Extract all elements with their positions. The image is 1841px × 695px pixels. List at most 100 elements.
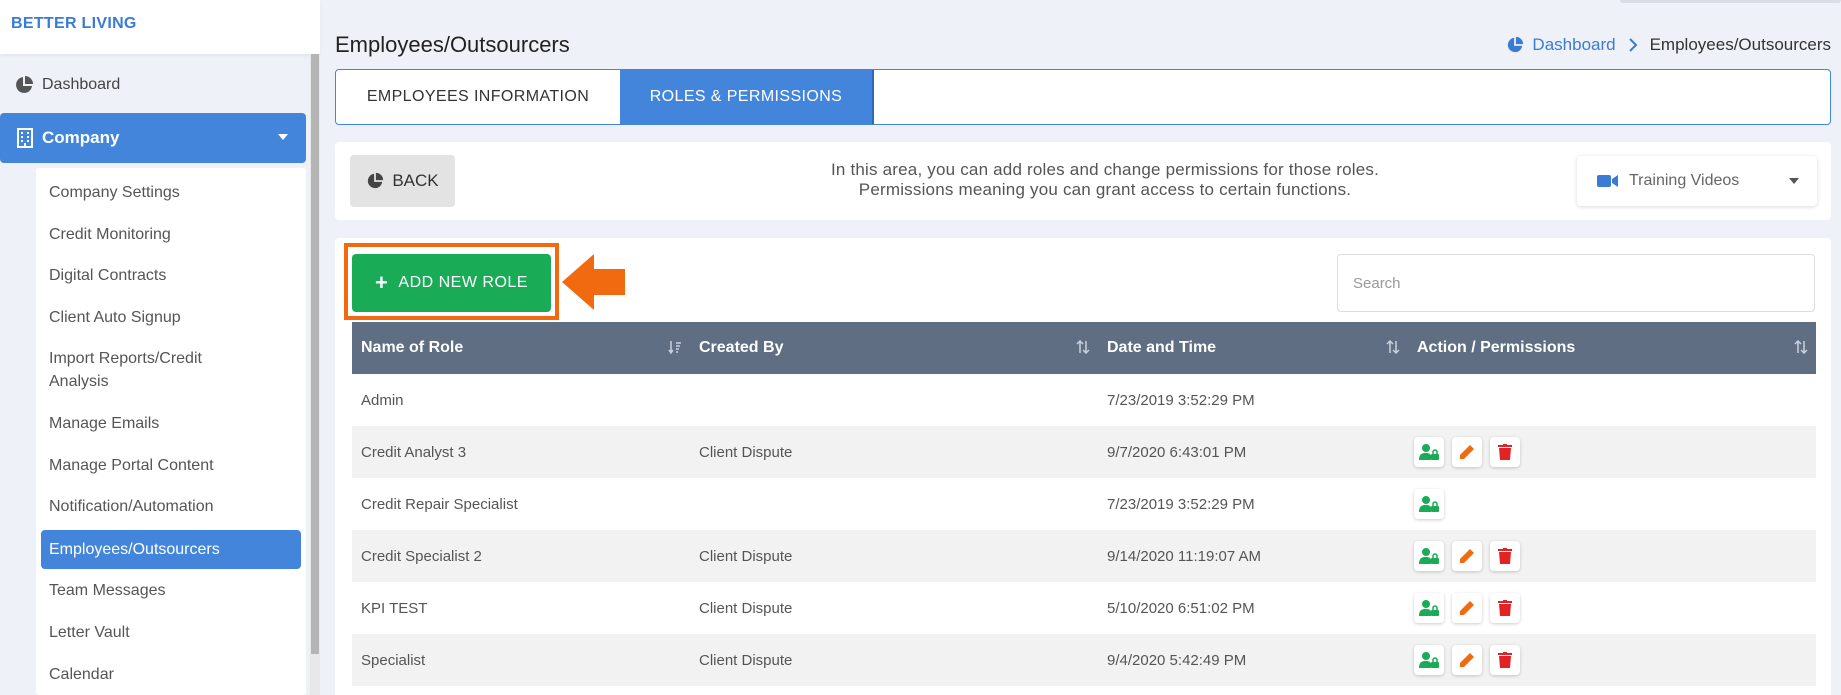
sort-icon[interactable]: [668, 340, 682, 354]
add-new-role-button[interactable]: + ADD NEW ROLE: [352, 254, 551, 312]
column-header-created-by[interactable]: Created By: [690, 322, 1098, 374]
trash-icon[interactable]: [1490, 437, 1520, 467]
back-button-label: BACK: [392, 171, 439, 190]
pencil-icon[interactable]: [1452, 541, 1482, 571]
sidebar-item-label: Dashboard: [42, 76, 121, 93]
cell-actions: [1408, 478, 1816, 530]
pencil-icon[interactable]: [1452, 645, 1482, 675]
breadcrumb-home[interactable]: Dashboard: [1506, 35, 1616, 55]
tab-bar: EMPLOYEES INFORMATION ROLES & PERMISSION…: [335, 69, 1831, 125]
cell-actions: [1408, 374, 1816, 426]
submenu-item-client-auto-signup[interactable]: Client Auto Signup: [36, 306, 306, 329]
cell-date-time: 5/10/2020 6:51:02 PM: [1107, 599, 1255, 617]
cell-role-name: Credit Specialist 2: [361, 547, 482, 565]
pie-chart-icon: [1506, 36, 1524, 54]
cell-date-time: 7/23/2019 3:52:29 PM: [1107, 495, 1255, 513]
cell-date-time: 7/23/2019 3:52:29 PM: [1107, 391, 1255, 409]
cell-actions: [1408, 634, 1816, 686]
cell-role-name: KPI TEST: [361, 599, 428, 617]
breadcrumb-home-label: Dashboard: [1532, 35, 1616, 54]
pencil-icon[interactable]: [1452, 593, 1482, 623]
user-lock-icon[interactable]: [1414, 593, 1444, 623]
submenu-item-team-messages[interactable]: Team Messages: [36, 579, 306, 602]
trash-icon[interactable]: [1490, 541, 1520, 571]
table-row: Credit Repair Specialist 7/23/2019 3:52:…: [352, 478, 1816, 530]
trash-icon[interactable]: [1490, 593, 1520, 623]
cell-date-time: 9/4/2020 5:42:49 PM: [1107, 651, 1247, 669]
cell-created-by: Client Dispute: [699, 599, 793, 617]
column-header-date-and-time[interactable]: Date and Time: [1098, 322, 1408, 374]
table-row: Credit Specialist 2 Client Dispute 9/14/…: [352, 530, 1816, 582]
cell-created-by: [690, 478, 1098, 530]
table-row: Admin 7/23/2019 3:52:29 PM: [352, 374, 1816, 426]
pie-chart-icon: [14, 75, 34, 95]
caret-down-icon: [1789, 178, 1799, 184]
breadcrumb-current: Employees/Outsourcers: [1649, 35, 1831, 54]
sidebar-item-label: Company: [42, 128, 120, 147]
submenu-item-manage-emails[interactable]: Manage Emails: [36, 412, 306, 435]
sidebar: BETTER LIVING Dashboard Company Company …: [0, 0, 320, 695]
submenu-item-notification-automation[interactable]: Notification/Automation: [36, 495, 306, 518]
table-row: Credit Analyst 3 Client Dispute 9/7/2020…: [352, 426, 1816, 478]
submenu-item-digital-contracts[interactable]: Digital Contracts: [36, 264, 306, 287]
cell-role-name: Admin: [361, 391, 404, 409]
user-lock-icon[interactable]: [1414, 489, 1444, 519]
sort-icon[interactable]: [1794, 340, 1808, 354]
cell-created-by: [690, 374, 1098, 426]
sidebar-item-dashboard[interactable]: Dashboard: [0, 68, 306, 102]
cell-role-name: Specialist: [361, 651, 426, 669]
info-line-2: Permissions meaning you can grant access…: [858, 180, 1352, 199]
sidebar-item-company[interactable]: Company: [0, 113, 306, 163]
breadcrumb: Dashboard Employees/Outsourcers: [1506, 35, 1831, 55]
cell-role-name: Credit Analyst 3: [361, 443, 467, 461]
cell-created-by: Client Dispute: [699, 651, 793, 669]
user-lock-icon[interactable]: [1414, 541, 1444, 571]
sidebar-scrollbar[interactable]: [310, 54, 320, 695]
table-row: KPI TEST Client Dispute 5/10/2020 6:51:0…: [352, 582, 1816, 634]
submenu-item-calendar[interactable]: Calendar: [36, 663, 306, 686]
submenu-item-letter-vault[interactable]: Letter Vault: [36, 621, 306, 644]
sort-icon[interactable]: [1386, 340, 1400, 354]
brand-logo-text[interactable]: BETTER LIVING: [11, 15, 137, 33]
info-description: In this area, you can add roles and chan…: [775, 160, 1435, 200]
user-lock-icon[interactable]: [1414, 645, 1444, 675]
column-header-label: Date and Time: [1107, 339, 1217, 356]
search-input[interactable]: [1337, 254, 1815, 312]
submenu-item-employees-outsourcers[interactable]: Employees/Outsourcers: [41, 530, 301, 569]
submenu-item-manage-portal-content[interactable]: Manage Portal Content: [36, 454, 306, 477]
pointer-arrow-icon: [560, 250, 626, 319]
column-header-name-of-role[interactable]: Name of Role: [352, 322, 690, 374]
table-header: Name of Role Created By Date and Time Ac…: [352, 322, 1816, 374]
back-button[interactable]: BACK: [350, 155, 455, 207]
cell-actions: [1408, 582, 1816, 634]
column-header-label: Name of Role: [361, 339, 464, 356]
submenu-item-import-reports[interactable]: Import Reports/Credit Analysis: [36, 347, 246, 393]
scrollbar-thumb[interactable]: [311, 54, 319, 654]
pencil-icon[interactable]: [1452, 437, 1482, 467]
page-title: Employees/Outsourcers: [335, 32, 570, 57]
info-line-1: In this area, you can add roles and chan…: [830, 160, 1380, 179]
training-videos-dropdown[interactable]: Training Videos: [1577, 156, 1817, 206]
table-row: Specialist Client Dispute 9/4/2020 5:42:…: [352, 634, 1816, 686]
sort-icon[interactable]: [1076, 340, 1090, 354]
column-header-label: Action / Permissions: [1417, 339, 1576, 356]
tab-employees-information[interactable]: EMPLOYEES INFORMATION: [336, 70, 620, 124]
add-new-role-label: ADD NEW ROLE: [398, 274, 528, 291]
submenu-item-company-settings[interactable]: Company Settings: [36, 181, 306, 204]
company-submenu: Company Settings Credit Monitoring Digit…: [36, 168, 306, 695]
cell-role-name: Credit Repair Specialist: [361, 495, 518, 513]
user-lock-icon[interactable]: [1414, 437, 1444, 467]
cell-date-time: 9/7/2020 6:43:01 PM: [1107, 443, 1247, 461]
brand-header: BETTER LIVING: [0, 0, 320, 54]
cell-created-by: Client Dispute: [699, 547, 793, 565]
tab-roles-permissions[interactable]: ROLES & PERMISSIONS: [620, 70, 874, 124]
column-header-label: Created By: [699, 339, 784, 356]
column-header-action-permissions[interactable]: Action / Permissions: [1408, 322, 1816, 374]
training-videos-label: Training Videos: [1629, 172, 1740, 189]
cell-date-time: 9/14/2020 11:19:07 AM: [1107, 547, 1262, 565]
plus-icon: +: [375, 270, 389, 295]
submenu-item-credit-monitoring[interactable]: Credit Monitoring: [36, 223, 306, 246]
top-divider: [1620, 0, 1841, 3]
trash-icon[interactable]: [1490, 645, 1520, 675]
building-icon: [16, 128, 34, 148]
